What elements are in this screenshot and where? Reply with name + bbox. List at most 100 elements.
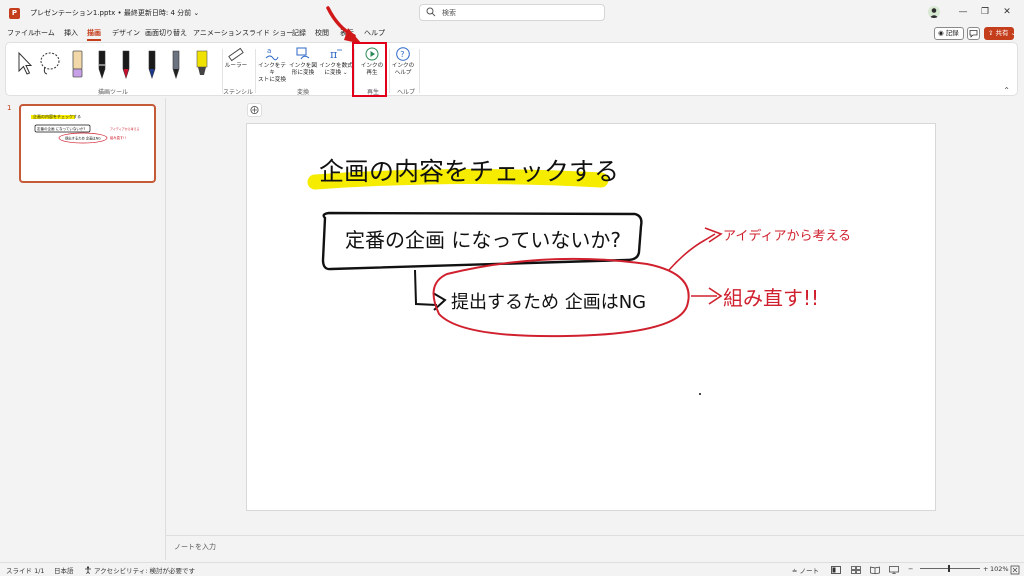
ink-help-button[interactable]: ? インクの ヘルプ [390, 46, 416, 77]
search-input[interactable]: 検索 [419, 4, 605, 21]
slide-note-2-ink: 組み直す!! [723, 286, 820, 310]
pencil-gray-icon[interactable] [167, 47, 185, 81]
ink-to-math-button[interactable]: π インクを数式 に変換 ⌄ [319, 46, 353, 77]
svg-text:企画の内容をチェックする: 企画の内容をチェックする [33, 113, 81, 119]
tab-file[interactable]: ファイル [7, 28, 35, 38]
accessibility-icon [85, 566, 91, 574]
group-label-help: ヘルプ [397, 89, 416, 96]
restore-button[interactable]: ❐ [976, 5, 994, 19]
ink-help-label-1: インクの [391, 63, 415, 69]
svg-text:定番の企画 になっていないか?: 定番の企画 になっていないか? [37, 126, 85, 131]
lasso-select-icon[interactable] [39, 47, 61, 81]
group-label-drawing-tools: 描画ツール [98, 89, 129, 96]
status-bar: スライド 1/1 日本語 アクセシビリティ: 検討が必要です ≐ ノート − +… [0, 562, 1024, 576]
zoom-slider-track[interactable] [920, 568, 980, 569]
slide-counter: スライド 1/1 [6, 567, 45, 575]
eraser-icon[interactable] [68, 47, 86, 81]
tab-design[interactable]: デザイン [112, 28, 140, 38]
pane-separator [165, 98, 166, 560]
ink-to-math-label-2: に変換 ⌄ [324, 70, 348, 76]
tab-slideshow[interactable]: スライド ショー [242, 28, 293, 38]
record-button[interactable]: ◉ 記録 [934, 27, 964, 40]
svg-text:π: π [330, 48, 337, 61]
group-label-convert: 変換 [297, 89, 310, 96]
avatar[interactable] [928, 6, 940, 18]
tab-record[interactable]: 記録 [292, 28, 306, 38]
pen-black-icon[interactable] [93, 47, 111, 81]
select-cursor-icon[interactable] [15, 47, 33, 81]
slide-canvas[interactable]: 企画の内容をチェックする 定番の企画 になっていないか? 提出するため 企画はN… [246, 123, 936, 511]
svg-text:a: a [267, 47, 271, 55]
group-separator [255, 49, 256, 93]
slide-circle-text-ink: 提出するため 企画はNG [451, 292, 647, 313]
tab-animations[interactable]: アニメーション [193, 28, 242, 38]
tab-insert[interactable]: 挿入 [64, 28, 78, 38]
slideshow-view-icon[interactable] [889, 566, 899, 574]
ink-to-shape-label-1: インクを図 [289, 63, 317, 69]
svg-text:アイディアから考える: アイディアから考える [110, 126, 140, 131]
slide-title-ink: 企画の内容をチェックする [319, 157, 620, 186]
normal-view-icon[interactable] [831, 566, 841, 574]
ink-arrow-stroke [668, 233, 716, 271]
designer-icon[interactable] [247, 103, 262, 117]
ink-to-shape-icon [296, 47, 310, 60]
ink-help-label-2: ヘルプ [394, 70, 412, 76]
menu-bar: ファイル ホーム 挿入 描画 デザイン 画面切り替え アニメーション スライド … [0, 26, 1024, 41]
notes-placeholder[interactable]: ノートを入力 [174, 542, 216, 552]
reading-view-icon[interactable] [870, 566, 880, 574]
ink-to-shape-label-2: 形に変換 [291, 70, 315, 76]
sparkle-icon [250, 105, 259, 115]
svg-text:提出するため 企画はNG: 提出するため 企画はNG [65, 136, 101, 141]
tab-transitions[interactable]: 画面切り替え [145, 28, 187, 38]
ink-to-math-label-1: インクを数式 [319, 63, 353, 69]
document-title[interactable]: プレゼンテーション1.pptx • 最終更新日時: 4 分前 ⌄ [30, 8, 199, 18]
notes-pane[interactable] [166, 535, 1024, 559]
ink-to-text-label-2: ストに変換 [258, 77, 286, 83]
ink-dot [699, 393, 701, 395]
group-separator [419, 49, 420, 93]
ink-to-shape-button[interactable]: インクを図 形に変換 [288, 46, 318, 77]
collapse-ribbon-icon[interactable]: ⌃ [1003, 86, 1010, 95]
slide-thumbnail[interactable]: 企画の内容をチェックする 定番の企画 になっていないか? 提出するため 企画はN… [19, 104, 156, 183]
zoom-out-button[interactable]: − [908, 565, 913, 573]
share-button[interactable]: ⇪ 共有 ⌄ [984, 27, 1016, 40]
ruler-label: ルーラー [224, 63, 248, 69]
ink-to-text-icon: a [265, 47, 279, 61]
tab-home[interactable]: ホーム [34, 28, 55, 38]
ink-to-text-button[interactable]: a インクをテキ ストに変換 [257, 46, 287, 84]
notes-toggle-button[interactable]: ≐ ノート [792, 565, 819, 575]
svg-text:?: ? [400, 50, 404, 59]
tab-draw[interactable]: 描画 [87, 28, 101, 41]
slide-sorter-icon[interactable] [851, 566, 861, 574]
minimize-button[interactable]: — [954, 5, 972, 19]
ruler-icon [228, 47, 244, 62]
help-question-icon: ? [396, 47, 410, 61]
highlight-box [352, 42, 387, 97]
title-bar: P プレゼンテーション1.pptx • 最終更新日時: 4 分前 ⌄ 検索 — … [0, 0, 1024, 26]
ink-to-text-label-1: インクをテキ [258, 63, 286, 76]
zoom-level[interactable]: 102% [990, 565, 1009, 573]
slide-box-text-ink: 定番の企画 になっていないか? [345, 228, 621, 252]
zoom-in-button[interactable]: + [983, 565, 988, 573]
ruler-button[interactable]: ルーラー [224, 46, 248, 70]
comments-button[interactable] [967, 27, 980, 40]
pen-blue-icon[interactable] [143, 47, 161, 81]
slide-note-1-ink: アイディアから考える [723, 229, 852, 244]
close-button[interactable]: ✕ [998, 5, 1016, 19]
ribbon: 描画ツール ルーラー ステンシル a インクをテキ ストに変換 インクを図 形に… [5, 42, 1018, 96]
highlighter-yellow-icon[interactable] [193, 47, 211, 81]
language-status[interactable]: 日本語 [54, 565, 74, 575]
powerpoint-logo-icon: P [9, 8, 20, 19]
user-avatar-icon [929, 8, 939, 18]
slide-thumbnail-preview: 企画の内容をチェックする 定番の企画 になっていないか? 提出するため 企画はN… [31, 113, 140, 144]
pen-red-icon[interactable] [117, 47, 135, 81]
accessibility-status[interactable]: アクセシビリティ: 検討が必要です [94, 565, 195, 575]
group-label-stencil: ステンシル [223, 89, 254, 96]
ink-to-math-icon: π [330, 48, 342, 61]
slide-number: 1 [7, 104, 12, 112]
svg-text:組み直す!!: 組み直す!! [110, 135, 126, 140]
zoom-slider-thumb[interactable] [948, 565, 950, 572]
search-icon [426, 7, 436, 17]
fit-to-window-icon[interactable] [1010, 565, 1020, 575]
search-placeholder: 検索 [442, 9, 456, 17]
